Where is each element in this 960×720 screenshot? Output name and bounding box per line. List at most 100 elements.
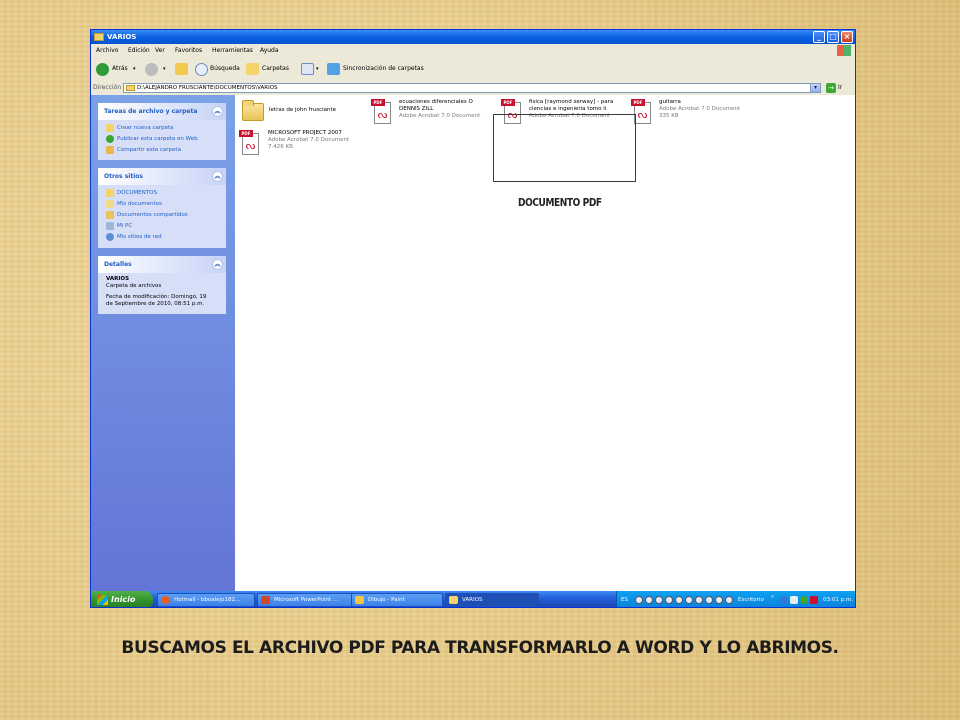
search-button-label[interactable]: Búsqueda (210, 57, 240, 81)
media-pause-icon[interactable] (645, 596, 653, 604)
menu-archivo[interactable]: Archivo (96, 44, 118, 57)
media-eject-icon[interactable] (725, 596, 733, 604)
menu-ayuda[interactable]: Ayuda (260, 44, 279, 57)
title-bar[interactable]: VARIOS _ □ × (91, 30, 855, 44)
tasks-panel: Tareas de archivo y carpeta ︽ Crear nuev… (98, 103, 226, 160)
taskbar-item-hotmail[interactable]: Hotmail - bboalejo182... (157, 593, 255, 607)
file-name[interactable]: letras de john frusciante (269, 107, 336, 114)
taskbar-item-powerpoint[interactable]: Microsoft PowerPoint ... (257, 593, 355, 607)
menu-ver[interactable]: Ver (155, 44, 165, 57)
taskbar-item-label: Dibujo - Paint (368, 597, 405, 603)
folder-icon (94, 33, 104, 41)
paint-icon (355, 596, 364, 604)
details-panel-header[interactable]: Detalles ︽ (98, 256, 226, 273)
media-rewind-icon[interactable] (675, 596, 683, 604)
computer-icon (106, 222, 114, 230)
network-tray-icon[interactable] (780, 596, 788, 604)
sync-icon[interactable] (327, 63, 340, 75)
address-path: D:\ALEJANDRO FRUSCIANTE\DOCUMENTOS\VARIO… (137, 85, 278, 91)
details-panel: Detalles ︽ VARIOS Carpeta de archivos Fe… (98, 256, 226, 314)
details-name: VARIOS (106, 276, 130, 282)
volume-tray-icon[interactable] (790, 596, 798, 604)
media-play-icon[interactable] (665, 596, 673, 604)
menu-edicion[interactable]: Edición (128, 44, 150, 57)
place-mi-pc[interactable]: Mi PC (106, 221, 132, 231)
place-documentos[interactable]: DOCUMENTOS (106, 188, 157, 198)
folders-button-label[interactable]: Carpetas (262, 57, 289, 81)
forward-arrow-icon[interactable] (145, 63, 158, 76)
folder-icon (126, 85, 135, 91)
file-name-line1: ecuaciones diferenciales O (399, 99, 473, 105)
file-size: 335 KB (659, 113, 679, 119)
places-panel: Otros sitios ︽ DOCUMENTOS Mis documentos… (98, 168, 226, 248)
share-folder-label: Compartir esta carpeta (117, 147, 181, 153)
clock[interactable]: 03:01 p.m. (823, 591, 853, 607)
go-arrow-icon[interactable]: → (826, 83, 836, 93)
file-name-line1: fisica [raymond serway] - para (529, 99, 614, 105)
go-button-label[interactable]: Ir (838, 81, 842, 95)
folders-icon[interactable] (246, 63, 259, 75)
place-label: Mis documentos (117, 201, 162, 207)
pdf-file-icon[interactable]: PDF ᔓ (371, 99, 393, 125)
back-dropdown-icon[interactable]: ▾ (133, 57, 136, 81)
up-folder-icon[interactable] (175, 63, 188, 75)
start-button[interactable]: Inicio (91, 591, 153, 607)
media-prev-icon[interactable] (635, 596, 643, 604)
highlight-box (493, 114, 636, 182)
tasks-panel-header[interactable]: Tareas de archivo y carpeta ︽ (98, 103, 226, 120)
details-panel-title: Detalles (104, 261, 132, 268)
address-bar: Dirección D:\ALEJANDRO FRUSCIANTE\DOCUME… (91, 81, 855, 96)
share-folder-link[interactable]: Compartir esta carpeta (106, 145, 181, 155)
place-documentos-compartidos[interactable]: Documentos compartidos (106, 210, 188, 220)
places-panel-header[interactable]: Otros sitios ︽ (98, 168, 226, 185)
tray-expand-icon[interactable]: » (771, 588, 774, 606)
file-name-line2: ciencias e ingenieria tomo ii (529, 106, 607, 112)
minimize-button[interactable]: _ (813, 31, 825, 43)
file-type: Adobe Acrobat 7.0 Document (268, 137, 350, 143)
media-forward-icon[interactable] (685, 596, 693, 604)
close-button[interactable]: × (841, 31, 853, 43)
media-mute-icon[interactable] (705, 596, 713, 604)
language-indicator[interactable]: ES (621, 591, 628, 607)
file-type: Adobe Acrobat 7.0 Document (399, 113, 481, 119)
system-tray: ES Escritorio » 03:01 p.m. (616, 588, 855, 607)
sync-button-label[interactable]: Sincronización de carpetas (343, 57, 424, 81)
file-ecuaciones[interactable]: ecuaciones diferenciales O DENNIS ZILL A… (399, 99, 480, 120)
media-volume-icon[interactable] (715, 596, 723, 604)
slide-caption: BUSCAMOS EL ARCHIVO PDF PARA TRANSFORMAR… (121, 638, 839, 658)
publish-web-link[interactable]: Publicar esta carpeta en Web (106, 134, 198, 144)
file-microsoft-project[interactable]: MICROSOFT PROJECT 2007 Adobe Acrobat 7.0… (268, 130, 349, 151)
forward-dropdown-icon[interactable]: ▾ (163, 57, 166, 81)
menu-herramientas[interactable]: Herramientas (212, 44, 253, 57)
menu-favoritos[interactable]: Favoritos (175, 44, 202, 57)
windows-logo-icon (837, 45, 851, 56)
place-mis-sitios-de-red[interactable]: Mis sitios de red (106, 232, 162, 242)
taskbar-item-varios[interactable]: VARIOS (445, 593, 539, 607)
file-guitarra[interactable]: guitarra Adobe Acrobat 7.0 Document 335 … (659, 99, 740, 120)
media-next-icon[interactable] (695, 596, 703, 604)
address-input[interactable]: D:\ALEJANDRO FRUSCIANTE\DOCUMENTOS\VARIO… (123, 83, 821, 93)
collapse-chevron-icon[interactable]: ︽ (212, 171, 223, 182)
collapse-chevron-icon[interactable]: ︽ (212, 259, 223, 270)
media-stop-icon[interactable] (655, 596, 663, 604)
create-folder-link[interactable]: Crear nueva carpeta (106, 123, 174, 133)
taskbar-item-paint[interactable]: Dibujo - Paint (351, 593, 443, 607)
new-folder-icon (106, 124, 114, 132)
back-button-label[interactable]: Atrás (112, 57, 128, 81)
menu-bar: Archivo Edición Ver Favoritos Herramient… (91, 44, 855, 58)
views-icon[interactable] (301, 63, 314, 75)
views-dropdown-icon[interactable]: ▾ (316, 57, 319, 81)
messenger-tray-icon[interactable] (800, 596, 808, 604)
back-arrow-icon[interactable] (96, 63, 109, 76)
antivirus-tray-icon[interactable] (810, 596, 818, 604)
maximize-button[interactable]: □ (827, 31, 839, 43)
folder-icon[interactable] (242, 100, 264, 121)
pdf-file-icon[interactable]: PDF ᔓ (239, 130, 261, 156)
desktop-toolbar-label[interactable]: Escritorio (738, 591, 764, 607)
details-modified-line2: de Septiembre de 2010, 08:51 p.m. (106, 301, 205, 307)
file-name-line1: MICROSOFT PROJECT 2007 (268, 130, 342, 136)
collapse-chevron-icon[interactable]: ︽ (212, 106, 223, 117)
address-dropdown-icon[interactable]: ▾ (810, 83, 821, 93)
search-icon[interactable] (195, 63, 208, 76)
place-mis-documentos[interactable]: Mis documentos (106, 199, 162, 209)
